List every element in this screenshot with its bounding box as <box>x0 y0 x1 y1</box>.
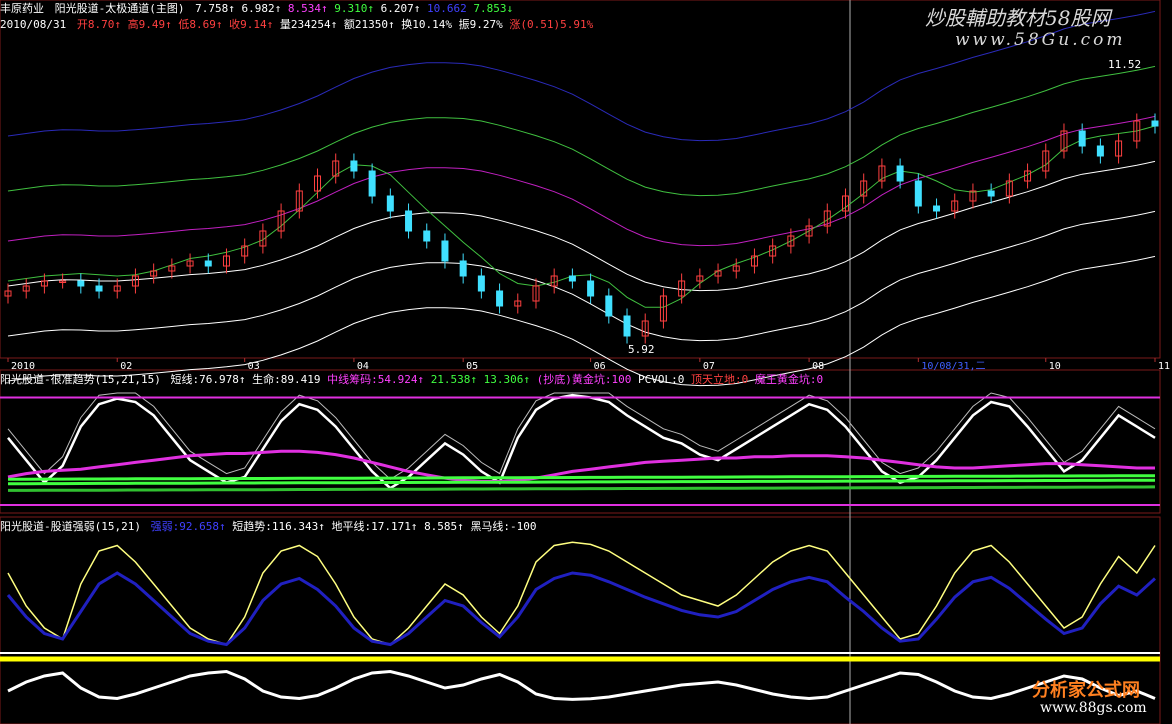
candle-body <box>441 240 449 262</box>
watermark-top-url: www.58Gu.com <box>955 30 1126 50</box>
time-axis-label: 04 <box>357 361 369 372</box>
sub2-title: 阳光股道-股道强弱(15,21) <box>0 520 141 533</box>
candle-body <box>1078 130 1086 147</box>
candle-body <box>496 290 504 307</box>
candle-body <box>1151 120 1159 127</box>
change-value: 涨(0.51)5.91% <box>509 18 594 31</box>
main-header: 丰原药业 阳光股道-太极通道(主图) 7.758↑ 6.982↑ 8.534↑ … <box>0 2 513 15</box>
time-axis-label: 07 <box>703 361 715 372</box>
price-low-label: 5.92 <box>628 343 655 356</box>
open-value: 开8.70↑ <box>76 18 121 31</box>
time-axis-label: 10 <box>1049 361 1061 372</box>
candle-body <box>914 180 922 207</box>
candle-body <box>605 295 613 317</box>
sub1-item-8: 顶天立地:0 <box>691 373 749 386</box>
sub1-green-line <box>8 474 1156 481</box>
price-high-label: 11.52 <box>1108 58 1142 71</box>
turnover-value: 换10.14% <box>401 18 452 31</box>
stock-name: 丰原药业 <box>0 2 44 15</box>
sub1-item-9: 魔王黄金坑:0 <box>754 373 824 386</box>
time-axis-label: 02 <box>120 361 132 372</box>
main-indicator-value-3: 8.534↑ <box>287 2 328 15</box>
sub2-strength-line <box>6 571 1157 647</box>
sub1-item-6: (抄底)黄金坑:100 <box>536 373 632 386</box>
sub1-header: 阳光股道-很准趋势(15,21,15) 短线:76.978↑ 生命:89.419… <box>0 373 823 386</box>
time-axis-label: 06 <box>594 361 606 372</box>
time-axis-label: 05 <box>466 361 478 372</box>
date-label: 2010/08/31 <box>0 18 67 31</box>
main-indicator-value-4: 9.310↑ <box>334 2 374 15</box>
sub1-short-line <box>7 393 1156 490</box>
sub2-dark-horse-line <box>7 669 1156 701</box>
candle-body <box>423 230 431 242</box>
sub2-item-2: 短趋势:116.343↑ <box>232 520 325 533</box>
ohlc-header: 2010/08/31 开8.70↑ 高9.49↑ 低8.69↑ 收9.14↑ 量… <box>0 18 593 31</box>
time-axis-label: 10/08/31,二 <box>921 361 985 372</box>
candle-body <box>587 280 595 297</box>
main-indicator-value-1: 7.758↑ <box>195 2 235 15</box>
candle-body <box>568 275 576 282</box>
chart-canvas: 2010 02 03 04 05 06 07 08 10/08/31,二 10 11 <box>0 0 1170 724</box>
main-indicator-value-2: 6.982↑ <box>241 2 282 15</box>
watermark-bottom-url: www.88gs.com <box>1040 700 1147 716</box>
watermark-top-title: 炒股輔助教材58股网 <box>925 6 1111 30</box>
sub-chart-2-layer <box>0 541 1160 701</box>
candle-body <box>623 315 631 337</box>
candle-body <box>896 165 904 182</box>
low-value: 低8.69↑ <box>178 18 223 31</box>
main-chart-layer <box>4 10 1159 387</box>
sub2-item-3: 地平线:17.171↑ <box>331 520 418 533</box>
candle-body <box>933 205 941 212</box>
close-value: 收9.14↑ <box>229 18 274 31</box>
sub1-item-7: PCVOL:0 <box>638 373 685 386</box>
sub1-title: 阳光股道-很准趋势(15,21,15) <box>0 373 161 386</box>
main-indicator-value-5: 6.207↑ <box>380 2 421 15</box>
candle-body <box>95 285 103 292</box>
time-axis-label: 08 <box>812 361 824 372</box>
main-indicator-value-6: 10.662 <box>427 2 467 15</box>
main-indicator-value-7: 7.853↓ <box>473 2 514 15</box>
candle-body <box>386 195 394 212</box>
high-value: 高9.49↑ <box>127 18 172 31</box>
time-axis-label: 2010 <box>11 361 35 372</box>
sub1-item-4: 21.538↑ <box>430 373 478 386</box>
sub1-green-line <box>8 485 1156 492</box>
sub2-item-5: 黑马线:-100 <box>470 520 537 533</box>
candle-body <box>459 260 467 277</box>
amount-value: 额21350↑ <box>343 18 395 31</box>
sub1-item-5: 13.306↑ <box>483 373 531 386</box>
sub2-item-4: 8.585↑ <box>424 520 464 533</box>
main-indicator-name: 阳光股道-太极通道(主图) <box>54 2 185 15</box>
candle-body <box>987 190 995 197</box>
watermark-bottom-brand: 分析家公式网 <box>1032 680 1140 701</box>
sub-chart-1-layer <box>0 392 1160 506</box>
short-ma-line <box>7 125 1156 308</box>
amplitude-value: 振9.27% <box>458 18 503 31</box>
candle-body <box>477 275 485 292</box>
time-axis-label: 03 <box>248 361 260 372</box>
candle-body <box>1096 145 1104 157</box>
sub1-item-3: 中线筹码:54.924↑ <box>327 373 425 386</box>
sub1-item-1: 短线:76.978↑ <box>170 373 246 386</box>
sub2-yellow-line <box>7 541 1156 646</box>
sub2-item-1: 强弱:92.658↑ <box>150 520 226 533</box>
candle-body <box>405 210 413 232</box>
sub1-green-line <box>8 478 1155 486</box>
sub2-header: 阳光股道-股道强弱(15,21) 强弱:92.658↑ 短趋势:116.343↑… <box>0 520 537 533</box>
band-upper-green-line <box>7 65 1156 197</box>
candle-body <box>204 260 212 267</box>
candle-body <box>77 280 85 287</box>
candle-body <box>350 160 358 172</box>
sub1-item-2: 生命:89.419 <box>252 373 321 386</box>
volume-value: 量234254↑ <box>279 18 338 31</box>
candle-body <box>368 170 376 197</box>
time-axis-label: 11 <box>1158 361 1170 372</box>
